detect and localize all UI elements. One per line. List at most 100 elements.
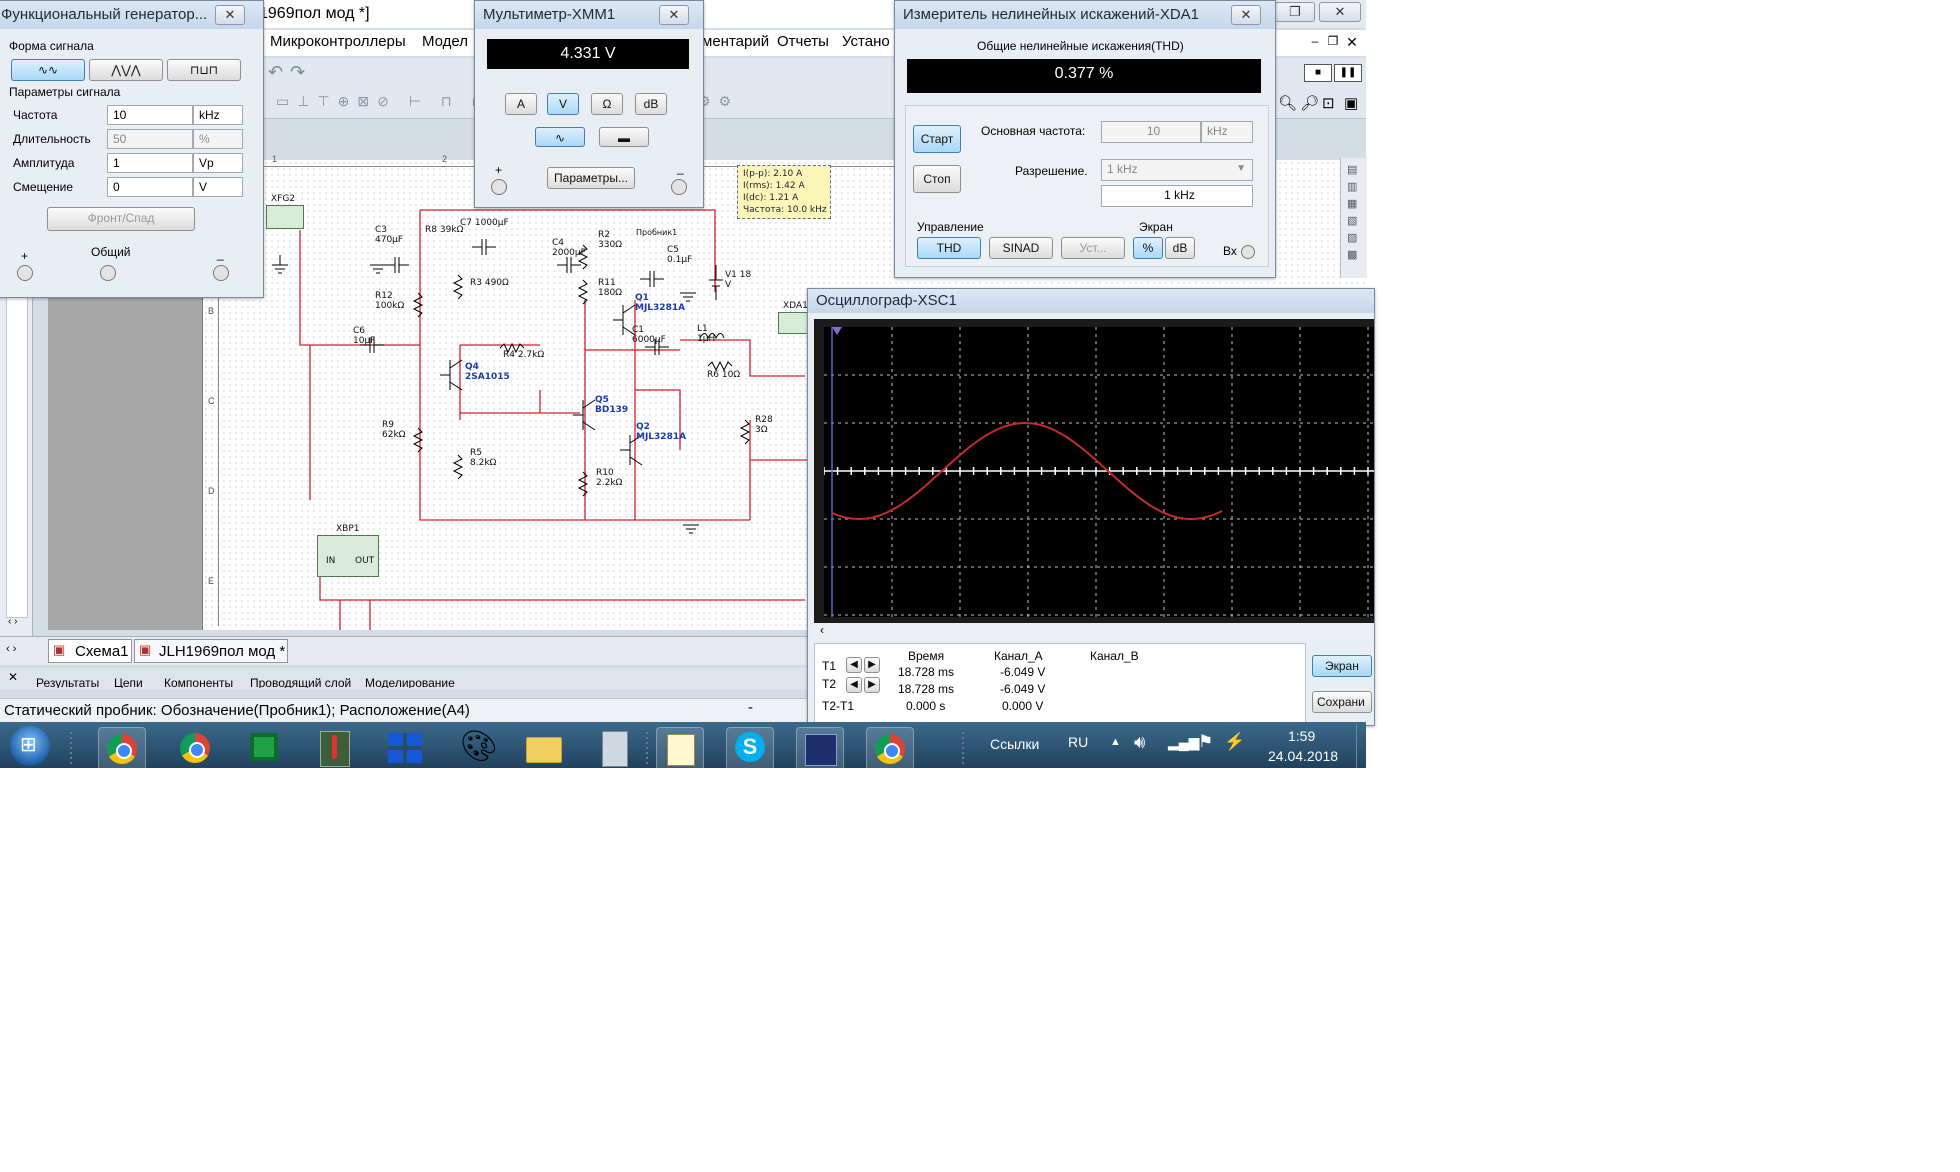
results-tab[interactable]: Цепи: [114, 676, 143, 688]
clock-date[interactable]: 24.04.2018: [1268, 748, 1338, 764]
chrome-logo-center: [884, 743, 900, 759]
mm-ac-button[interactable]: ∿: [535, 127, 585, 147]
chrome-icon[interactable]: [98, 727, 146, 773]
palette-icon: 🎨︎: [460, 730, 499, 763]
t2-left-button[interactable]: ◀: [846, 677, 862, 693]
mm-params-button[interactable]: Параметры...: [547, 167, 635, 189]
xda1-block[interactable]: XDA1: [778, 301, 810, 334]
thd-stop-button[interactable]: Стоп: [913, 165, 961, 193]
mm-minus-terminal[interactable]: [671, 179, 687, 195]
notepad-icon[interactable]: [656, 727, 704, 773]
chrome-icon[interactable]: [866, 727, 914, 773]
tab-scroll-icon[interactable]: ‹ ›: [6, 643, 16, 655]
minus-terminal[interactable]: [213, 265, 229, 281]
frequency-unit[interactable]: kHz: [193, 105, 243, 125]
tab-schema1[interactable]: ▣ Схема1: [48, 639, 132, 663]
show-desktop-button[interactable]: [1356, 724, 1367, 768]
t1-left-button[interactable]: ◀: [846, 657, 862, 673]
fgen-title-bar[interactable]: Функциональный генератор... ✕: [0, 1, 263, 29]
t1-time: 18.728 ms: [898, 665, 955, 679]
fund-freq-label: Основная частота:: [981, 124, 1086, 138]
square-wave-button[interactable]: ⊓⊔⊓: [167, 59, 241, 81]
flag-icon[interactable]: ⚑: [1198, 732, 1213, 752]
t2-right-button[interactable]: ▶: [864, 677, 880, 693]
thd-display: 0.377 %: [907, 59, 1261, 93]
chrome-icon[interactable]: [172, 727, 218, 771]
results-tab[interactable]: Компоненты: [164, 676, 233, 688]
scope-save-button[interactable]: Сохрани: [1312, 691, 1372, 713]
calculator-icon[interactable]: [590, 727, 636, 771]
offset-unit[interactable]: V: [193, 177, 243, 197]
frequency-field[interactable]: 10: [107, 105, 193, 125]
component-label: R5 8.2kΩ: [470, 448, 497, 468]
thd-heading: Общие нелинейные искажения(THD): [977, 39, 1184, 53]
fund-freq-field: 10: [1101, 121, 1201, 143]
mm-plus-terminal[interactable]: [491, 179, 507, 195]
scope-screen-button[interactable]: Экран: [1312, 655, 1372, 677]
app-green-icon[interactable]: [240, 727, 286, 771]
thd-title: Измеритель нелинейных искажений-XDA1: [903, 6, 1200, 23]
close-icon[interactable]: ✕: [659, 5, 689, 25]
close-icon[interactable]: ✕: [215, 5, 245, 25]
triangle-wave-button[interactable]: ⋀⋁⋀: [89, 59, 163, 81]
thd-start-button[interactable]: Старт: [913, 125, 961, 153]
thd-title-bar[interactable]: Измеритель нелинейных искажений-XDA1 ✕: [895, 1, 1275, 29]
col-chan-a: Канал_A: [994, 649, 1043, 663]
input-terminal[interactable]: [1241, 245, 1255, 259]
offset-field[interactable]: 0: [107, 177, 193, 197]
sinad-mode-button[interactable]: SINAD: [989, 237, 1053, 259]
close-icon[interactable]: ✕: [1231, 5, 1261, 25]
mm-mode-a[interactable]: A: [505, 93, 537, 115]
mm-mode-v[interactable]: V: [547, 93, 579, 115]
thd-mode-button[interactable]: THD: [917, 237, 981, 259]
scroll-left-icon[interactable]: ‹: [820, 623, 824, 637]
scope-screen[interactable]: [824, 327, 1374, 617]
chrome-logo-center: [116, 743, 132, 759]
results-tab[interactable]: Моделирование: [365, 676, 455, 688]
amplitude-unit[interactable]: Vp: [193, 153, 243, 173]
metro-tiles-icon[interactable]: [382, 727, 428, 771]
t1-right-button[interactable]: ▶: [864, 657, 880, 673]
scope-title-bar[interactable]: Осциллограф-XSC1: [808, 289, 1374, 313]
xbp1-block[interactable]: XBP1 IN OUT: [317, 524, 379, 577]
common-terminal[interactable]: [100, 265, 116, 281]
component-label: C6 10µF: [353, 326, 376, 346]
xbp1-in: IN: [326, 556, 336, 566]
close-icon[interactable]: ✕: [8, 670, 18, 684]
xbp1-label: XBP1: [336, 524, 360, 534]
mm-mode-ohm[interactable]: Ω: [591, 93, 623, 115]
fgen-title: Функциональный генератор...: [1, 6, 208, 23]
resolution-select[interactable]: 1 kHz ▼: [1101, 159, 1253, 181]
paint-icon[interactable]: 🎨︎: [452, 727, 498, 771]
mm-mode-db[interactable]: dB: [635, 93, 667, 115]
links-toolbar[interactable]: Ссылки: [990, 736, 1039, 752]
network-icon[interactable]: ▂▄▆: [1168, 734, 1199, 751]
offset-label: Смещение: [13, 180, 74, 194]
explorer-icon[interactable]: [520, 727, 566, 771]
tray-up-icon[interactable]: ▲: [1110, 736, 1121, 748]
xfg2-block[interactable]: XFG2: [266, 194, 304, 229]
thermo-app-icon[interactable]: [310, 727, 356, 771]
results-tab[interactable]: Результаты: [36, 676, 99, 688]
plus-terminal[interactable]: [17, 265, 33, 281]
scope-scrollbar[interactable]: ‹: [814, 623, 1374, 639]
volume-icon[interactable]: 🔊︎: [1134, 732, 1145, 753]
amplitude-field[interactable]: 1: [107, 153, 193, 173]
clock-time[interactable]: 1:59: [1288, 728, 1315, 744]
mm-title-bar[interactable]: Мультиметр-XMM1 ✕: [475, 1, 703, 29]
start-button[interactable]: ⊞: [10, 726, 50, 766]
input-label: Вх: [1223, 244, 1237, 258]
language-indicator[interactable]: RU: [1068, 734, 1088, 750]
db-button[interactable]: dB: [1165, 237, 1195, 259]
probe-tooltip[interactable]: I(p-p): 2.10 A I(rms): 1.42 A I(dc): 1.2…: [737, 165, 831, 219]
skype-icon[interactable]: S: [726, 727, 774, 773]
multisim-icon[interactable]: [796, 727, 844, 773]
component-label: Q5 BD139: [595, 395, 629, 415]
percent-button[interactable]: %: [1133, 237, 1163, 259]
power-icon[interactable]: ⚡: [1224, 732, 1245, 752]
mm-dc-button[interactable]: ▬: [599, 127, 649, 147]
instrument-icons[interactable]: ▤ ▥ ▦ ▧ ▨ ▩: [1347, 162, 1361, 264]
tab-jlh1969[interactable]: ▣ JLH1969пол мод *: [134, 639, 288, 663]
sine-wave-button[interactable]: ∿∿: [11, 59, 85, 81]
results-tab[interactable]: Проводящий слой: [250, 676, 351, 688]
